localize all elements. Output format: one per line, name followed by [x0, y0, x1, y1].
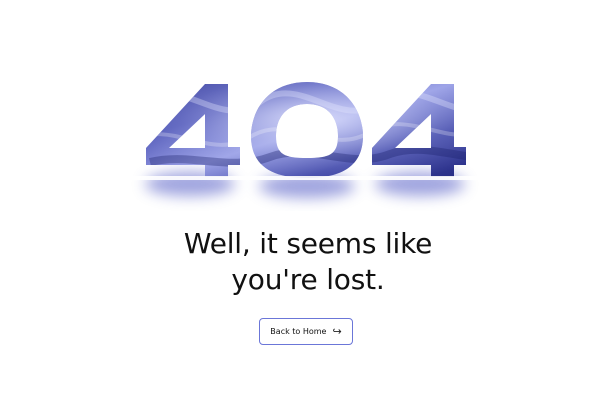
error-message-line2: you're lost. [231, 263, 385, 296]
error-message: Well, it seems like you're lost. [0, 226, 616, 298]
error-message-line1: Well, it seems like [183, 227, 433, 260]
back-to-home-button[interactable]: Back to Home ↪ [259, 318, 353, 345]
not-found-page: Well, it seems like you're lost. Back to… [0, 0, 616, 411]
error-code-hero [0, 62, 616, 212]
error-code-graphic [120, 82, 500, 198]
return-arrow-icon: ↪ [332, 325, 342, 338]
back-to-home-label: Back to Home [270, 327, 327, 336]
